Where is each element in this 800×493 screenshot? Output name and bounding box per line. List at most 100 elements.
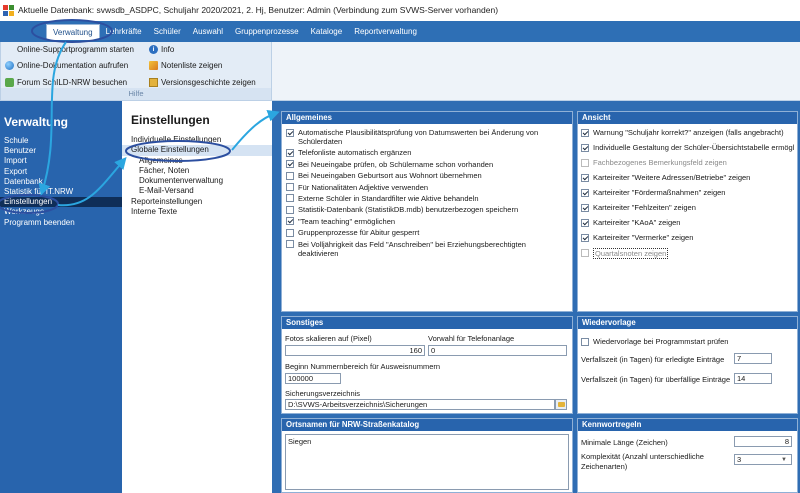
option-wiedervorlage-start[interactable]: Wiedervorlage bei Programmstart prüfen — [581, 337, 728, 346]
komplexitaet-select[interactable]: 3 ▼ — [734, 454, 792, 465]
panel-allgemeines: Allgemeines Automatische Plausibilitätsp… — [281, 111, 573, 312]
min-laenge-input[interactable]: 8 — [734, 436, 792, 447]
versionsgeschichte-icon — [149, 78, 158, 87]
versionsgeschichte-button[interactable]: Versionsgeschichte zeigen — [149, 78, 256, 87]
menu-auswahl[interactable]: Auswahl — [187, 24, 229, 40]
nav-item-werkzeuge[interactable]: Werkzeuge — [0, 207, 122, 217]
subnav-item-allgemeines[interactable]: Allgemeines — [122, 156, 272, 166]
subnav-item-email-versand[interactable]: E-Mail-Versand — [122, 186, 272, 196]
nav-item-import[interactable]: Import — [0, 156, 122, 166]
folder-browse-button[interactable] — [555, 399, 567, 410]
checkbox[interactable] — [286, 183, 294, 192]
checkbox[interactable] — [581, 143, 589, 152]
subnav-item-globale[interactable]: Globale Einstellungen — [122, 145, 272, 156]
option-weitere-adressen[interactable]: Karteireiter "Weitere Adressen/Betriebe"… — [581, 173, 794, 182]
nav-item-statistik[interactable]: Statistik für IT.NRW — [0, 187, 122, 197]
option-schuelername-pruefen[interactable]: Bei Neueingabe prüfen, ob Schülername sc… — [286, 160, 568, 169]
checkbox[interactable] — [286, 160, 294, 169]
option-schueler-uebersicht[interactable]: Individuelle Gestaltung der Schüler-Über… — [581, 143, 794, 152]
option-team-teaching[interactable]: "Team teaching" ermöglichen — [286, 217, 568, 226]
nav-item-schule[interactable]: Schule — [0, 136, 122, 146]
menu-lehrkraefte[interactable]: Lehrkräfte — [100, 24, 148, 40]
option-statistik-db[interactable]: Statistik-Datenbank (StatistikDB.mdb) be… — [286, 205, 568, 214]
chevron-down-icon: ▼ — [781, 457, 787, 463]
fotos-input[interactable]: 160 — [285, 345, 425, 356]
option-foerdermassnahmen[interactable]: Karteireiter "Fördermaßnahmen" zeigen — [581, 188, 794, 197]
panel-allgemeines-title: Allgemeines — [282, 112, 572, 124]
option-warnung-schuljahr[interactable]: Warnung "Schuljahr korrekt?" anzeigen (f… — [581, 128, 794, 137]
online-support-button[interactable]: Online-Supportprogramm starten — [17, 45, 134, 54]
option-gruppenprozesse-abitur[interactable]: Gruppenprozesse für Abitur gesperrt — [286, 228, 568, 237]
sicherungsverzeichnis-input[interactable]: D:\SVWS-Arbeitsverzeichnis\Sicherungen — [285, 399, 555, 410]
menu-gruppenprozesse[interactable]: Gruppenprozesse — [229, 24, 305, 40]
sicherungsverzeichnis-label: Sicherungsverzeichnis — [285, 389, 361, 398]
subnav-title: Einstellungen — [131, 113, 210, 127]
sub-navigation: Einstellungen Individuelle Einstellungen… — [122, 101, 272, 493]
folder-icon — [558, 402, 565, 407]
subnav-item-interne-texte[interactable]: Interne Texte — [122, 207, 272, 217]
checkbox[interactable] — [286, 194, 294, 203]
checkbox[interactable] — [286, 228, 294, 237]
checkbox[interactable] — [286, 148, 294, 157]
option-bemerkungsfeld[interactable]: Fachbezogenes Bemerkungsfeld zeigen — [581, 158, 794, 167]
menu-reportverwaltung[interactable]: Reportverwaltung — [348, 24, 423, 40]
checkbox[interactable] — [581, 173, 589, 182]
option-nationalitaeten[interactable]: Für Nationalitäten Adjektive verwenden — [286, 183, 568, 192]
checkbox[interactable] — [581, 233, 589, 242]
nav-item-einstellungen[interactable]: Einstellungen — [0, 197, 122, 208]
ortsnamen-textarea[interactable]: Siegen — [285, 434, 569, 490]
subnav-item-faecher-noten[interactable]: Fächer, Noten — [122, 166, 272, 176]
option-volljaehrigkeit[interactable]: Bei Volljährigkeit das Feld "Anschreiben… — [286, 240, 568, 258]
subnav-item-dokumentenverwaltung[interactable]: Dokumentenverwaltung — [122, 176, 272, 186]
nummernbereich-label: Beginn Nummernbereich für Ausweisnummern — [285, 362, 441, 371]
checkbox[interactable] — [581, 188, 589, 197]
menu-bar: Verwaltung Lehrkräfte Schüler Auswahl Gr… — [0, 21, 800, 42]
info-label: Info — [161, 45, 175, 54]
checkbox[interactable] — [581, 218, 589, 227]
checkbox[interactable] — [581, 203, 589, 212]
option-quartalsnoten[interactable]: Quartalsnoten zeigen — [581, 248, 794, 259]
ribbon-group-label: Hilfe — [1, 88, 271, 100]
nav-item-export[interactable]: Export — [0, 167, 122, 177]
option-vermerke[interactable]: Karteireiter "Vermerke" zeigen — [581, 233, 794, 242]
notenliste-button[interactable]: Notenliste zeigen — [149, 61, 222, 70]
checkbox[interactable] — [286, 205, 294, 214]
left-navigation: Verwaltung Schule Benutzer Import Export… — [0, 101, 122, 493]
ueberfaellig-input[interactable]: 14 — [734, 373, 772, 384]
erledigt-input[interactable]: 7 — [734, 353, 772, 364]
checkbox[interactable] — [286, 217, 294, 226]
forum-button[interactable]: Forum SchILD-NRW besuchen — [5, 78, 127, 87]
panel-kennwortregeln-title: Kennwortregeln — [578, 419, 797, 431]
ortsnamen-body: Siegen — [282, 431, 572, 492]
nummernbereich-input[interactable]: 100000 — [285, 373, 341, 384]
globe-icon — [5, 61, 14, 70]
menu-schueler[interactable]: Schüler — [148, 24, 187, 40]
window-title: Aktuelle Datenbank: svwsdb_ASDPC, Schulj… — [18, 5, 499, 15]
checkbox[interactable] — [581, 128, 589, 137]
checkbox[interactable] — [581, 158, 589, 167]
option-fehlzeiten[interactable]: Karteireiter "Fehlzeiten" zeigen — [581, 203, 794, 212]
checkbox[interactable] — [581, 248, 589, 257]
panel-ansicht: Ansicht Warnung "Schuljahr korrekt?" anz… — [577, 111, 798, 312]
checkbox[interactable] — [286, 171, 294, 180]
info-button[interactable]: i Info — [149, 45, 174, 54]
subnav-item-reporteinstellungen[interactable]: Reporteinstellungen — [122, 197, 272, 207]
option-kaoa[interactable]: Karteireiter "KAoA" zeigen — [581, 218, 794, 227]
online-docs-button[interactable]: Online-Dokumentation aufrufen — [5, 61, 128, 70]
checkbox[interactable] — [286, 128, 294, 137]
option-telefonliste[interactable]: Telefonliste automatisch ergänzen — [286, 148, 568, 157]
option-geburtsort[interactable]: Bei Neueingaben Geburtsort aus Wohnort ü… — [286, 171, 568, 180]
vorwahl-input[interactable]: 0 — [428, 345, 567, 356]
title-bar: Aktuelle Datenbank: svwsdb_ASDPC, Schulj… — [0, 0, 800, 20]
nav-item-benutzer[interactable]: Benutzer — [0, 146, 122, 156]
subnav-item-individuelle[interactable]: Individuelle Einstellungen — [122, 135, 272, 145]
menu-verwaltung[interactable]: Verwaltung — [46, 23, 100, 40]
menu-kataloge[interactable]: Kataloge — [305, 24, 349, 40]
notenliste-label: Notenliste zeigen — [161, 61, 223, 70]
nav-item-programm-beenden[interactable]: Programm beenden — [0, 218, 122, 228]
checkbox[interactable] — [581, 337, 589, 346]
option-externe-schueler[interactable]: Externe Schüler in Standardfilter wie Ak… — [286, 194, 568, 203]
option-plausibilitaet[interactable]: Automatische Plausibilitätsprüfung von D… — [286, 128, 568, 146]
nav-item-datenbank[interactable]: Datenbank — [0, 177, 122, 187]
checkbox[interactable] — [286, 240, 294, 249]
